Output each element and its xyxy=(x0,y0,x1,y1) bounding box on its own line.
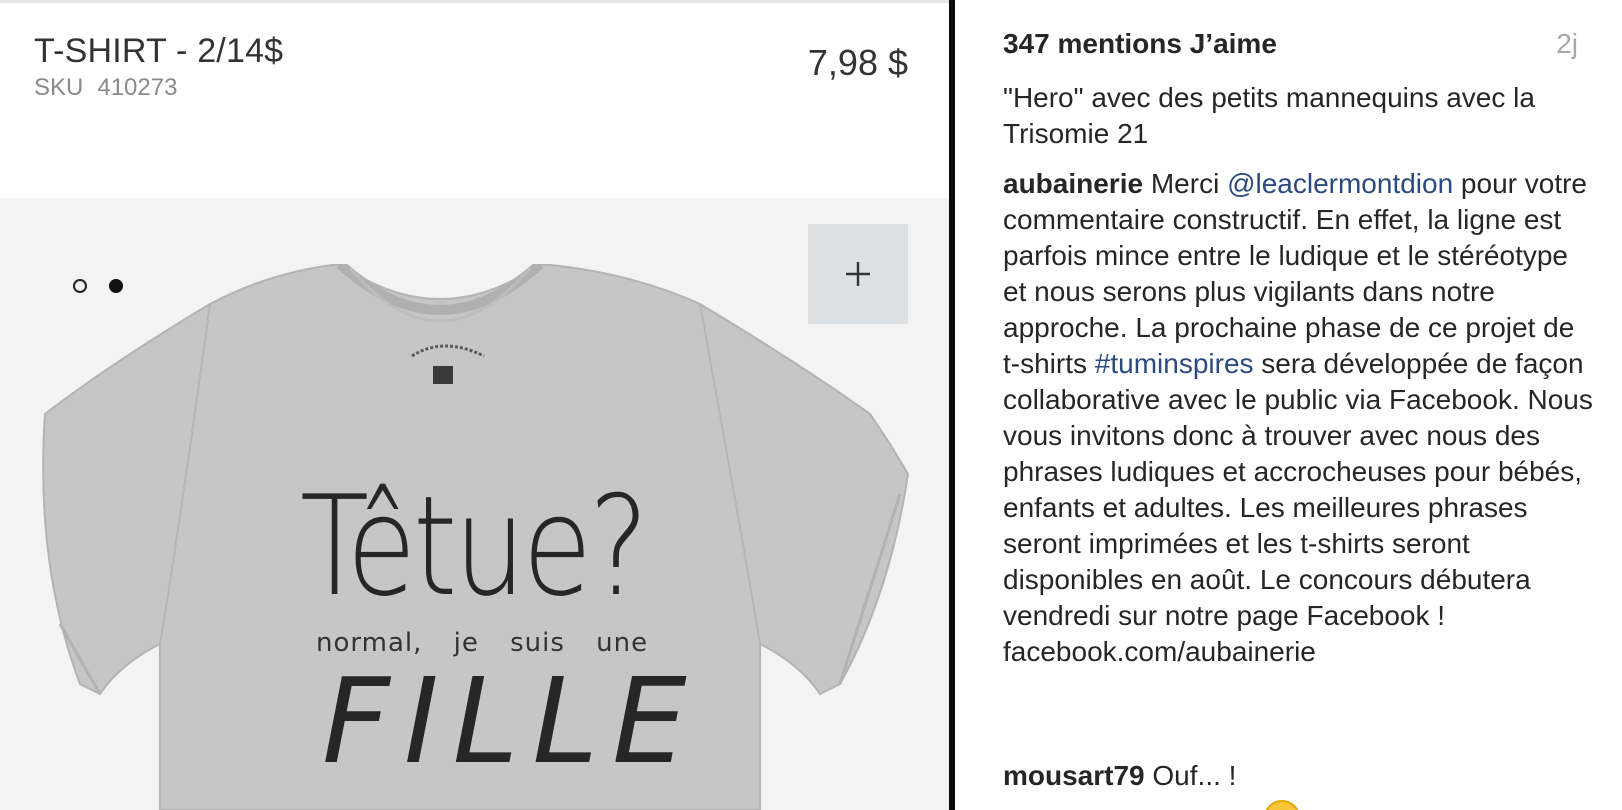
carousel-dots xyxy=(73,279,123,293)
comment-aubainerie: aubainerie Merci @leaclermontdion pour v… xyxy=(1003,166,1593,670)
comment-text: sera développée de façon collaborative a… xyxy=(1003,348,1593,667)
post-time: 2j xyxy=(1556,28,1578,59)
hashtag-link[interactable]: #tuminspires xyxy=(1095,348,1254,379)
mention-link[interactable]: @leaclermontdion xyxy=(1227,168,1453,199)
tshirt-image[interactable] xyxy=(40,264,920,810)
caption-text: "Hero" avec des petits mannequins avec l… xyxy=(1003,82,1535,149)
comment-mousart79: mousart79 Ouf... ! xyxy=(1003,758,1593,794)
top-divider xyxy=(0,0,952,3)
tshirt-body xyxy=(42,264,910,810)
likes-count[interactable]: 347 mentions J’aime xyxy=(1003,28,1277,60)
product-title: T-SHIRT - 2/14$ xyxy=(34,32,284,70)
plus-icon xyxy=(846,262,870,286)
product-panel: T-SHIRT - 2/14$ SKU 410273 7,98 $ Têtue? … xyxy=(0,0,952,810)
comment-text: Ouf... ! xyxy=(1144,760,1237,791)
comment-text: Merci xyxy=(1143,168,1228,199)
comment-username[interactable]: mousart79 xyxy=(1003,760,1145,791)
sku-value: 410273 xyxy=(97,74,178,101)
product-price: 7,98 $ xyxy=(807,42,908,83)
product-sku: SKU 410273 xyxy=(34,74,177,102)
zoom-button[interactable] xyxy=(808,224,908,324)
neck-label xyxy=(433,366,453,384)
carousel-dot-1[interactable] xyxy=(73,279,87,293)
comment-username[interactable]: aubainerie xyxy=(1003,168,1143,199)
carousel-dot-2-active[interactable] xyxy=(109,279,123,293)
comments-panel: 347 mentions J’aime 2j "Hero" avec des p… xyxy=(955,0,1622,810)
emoji-icon xyxy=(1264,800,1300,810)
sku-label: SKU xyxy=(34,74,84,101)
